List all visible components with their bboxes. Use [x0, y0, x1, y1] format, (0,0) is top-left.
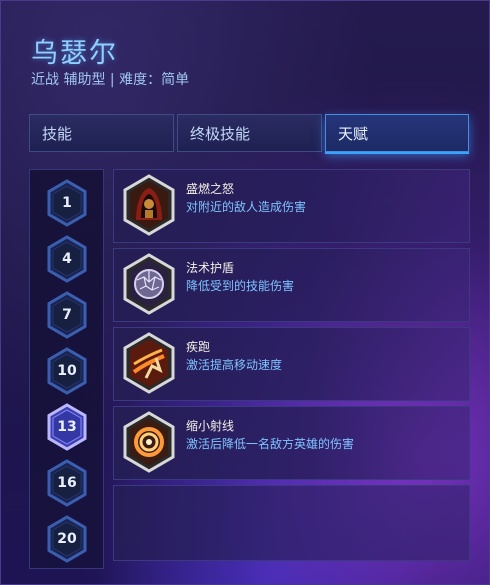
hero-name: 乌瑟尔 [31, 38, 118, 69]
tier-level-1[interactable]: 1 [45, 179, 89, 227]
tier-label: 16 [57, 475, 77, 491]
talent-option-1[interactable]: 盛燃之怒 对附近的敌人造成伤害 [113, 169, 470, 243]
arcane-orb-icon [123, 253, 175, 315]
talent-tier-column: 1 4 7 10 13 16 20 [29, 169, 104, 569]
talent-empty-slot [113, 485, 470, 561]
shrink-ray-icon [123, 411, 175, 473]
tier-level-13-selected[interactable]: 13 [45, 403, 89, 451]
talent-description: 激活后降低一名敌方英雄的伤害 [186, 437, 355, 451]
tier-level-4[interactable]: 4 [45, 235, 89, 283]
hooded-figure-icon [123, 174, 175, 236]
talent-option-2[interactable]: 法术护盾 降低受到的技能伤害 [113, 248, 470, 322]
talent-option-4[interactable]: 缩小射线 激活后降低一名敌方英雄的伤害 [113, 406, 470, 480]
tier-level-7[interactable]: 7 [45, 291, 89, 339]
tab-bar: 技能 终极技能 天赋 [29, 114, 469, 154]
talent-name: 盛燃之怒 [186, 182, 235, 196]
talent-name: 法术护盾 [186, 261, 235, 275]
talent-option-3[interactable]: 疾跑 激活提高移动速度 [113, 327, 470, 401]
tab-talents[interactable]: 天赋 [325, 114, 469, 152]
tab-abilities[interactable]: 技能 [29, 114, 174, 152]
tier-label: 10 [57, 363, 77, 379]
talent-description: 激活提高移动速度 [186, 358, 283, 372]
hero-subtitle: 近战 辅助型 | 难度：简单 [31, 72, 190, 88]
tier-label: 20 [57, 531, 77, 547]
tier-level-16[interactable]: 16 [45, 459, 89, 507]
talent-description: 对附近的敌人造成伤害 [186, 200, 307, 214]
tier-label: 1 [62, 195, 72, 211]
talent-name: 疾跑 [186, 340, 211, 354]
talent-panel: 乌瑟尔 近战 辅助型 | 难度：简单 技能 终极技能 天赋 1 4 7 10 1… [0, 0, 490, 585]
sprint-icon [123, 332, 175, 394]
talent-description: 降低受到的技能伤害 [186, 279, 295, 293]
tier-level-10[interactable]: 10 [45, 347, 89, 395]
tier-level-20[interactable]: 20 [45, 515, 89, 563]
tier-label: 13 [57, 419, 77, 435]
talent-name: 缩小射线 [186, 419, 235, 433]
tab-heroic-abilities[interactable]: 终极技能 [177, 114, 322, 152]
tier-label: 7 [62, 307, 72, 323]
tier-label: 4 [62, 251, 72, 267]
